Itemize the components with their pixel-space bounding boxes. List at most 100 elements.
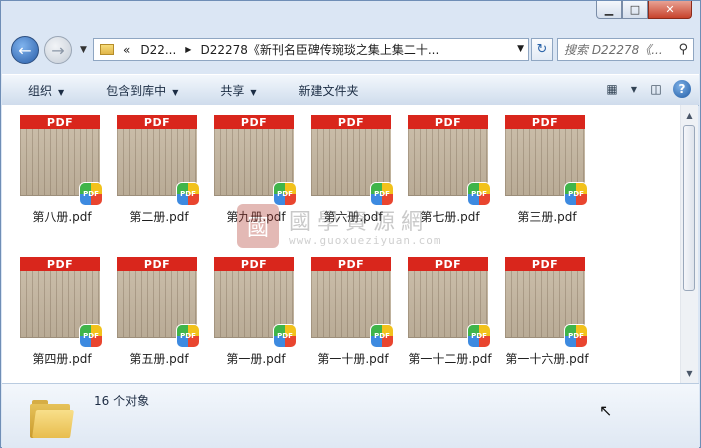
arrow-right-icon: → — [51, 40, 65, 60]
file-item[interactable]: PDF PDF 第七册.pdf — [394, 105, 490, 224]
toolbar-right: ▦ ▼ ◫ ? — [601, 80, 691, 98]
pdf-app-icon: PDF — [80, 325, 102, 347]
file-item[interactable]: PDF PDF 第一册.pdf — [200, 247, 296, 366]
chevron-down-icon: ▼ — [172, 87, 179, 97]
organize-button[interactable]: 组织 ▼ — [2, 82, 80, 99]
file-item[interactable]: PDF PDF 第六册.pdf — [297, 105, 393, 224]
pdf-app-icon: PDF — [468, 183, 490, 205]
file-name: 第一十二册.pdf — [408, 352, 492, 366]
new-folder-label: 新建文件夹 — [298, 83, 359, 98]
pdf-band: PDF — [20, 257, 100, 271]
search-icon: ⚲ — [678, 42, 688, 57]
arrow-left-icon: ← — [18, 40, 32, 60]
vertical-scrollbar[interactable]: ▲ ▼ — [680, 105, 698, 383]
file-item[interactable]: PDF PDF 第四册.pdf — [6, 247, 102, 366]
refresh-button[interactable]: ↻ — [531, 38, 553, 61]
file-item[interactable]: PDF PDF 第三册.pdf — [491, 105, 587, 224]
pdf-app-icon: PDF — [371, 183, 393, 205]
window-controls: ▁ □ ✕ — [596, 1, 692, 19]
maximize-button[interactable]: □ — [622, 1, 648, 19]
include-in-library-button[interactable]: 包含到库中 ▼ — [80, 82, 194, 99]
breadcrumb-overflow[interactable]: « — [118, 43, 135, 57]
file-item[interactable]: PDF PDF 第二册.pdf — [103, 105, 199, 224]
pdf-thumbnail: PDF PDF — [20, 257, 102, 347]
file-item[interactable]: PDF PDF 第五册.pdf — [103, 247, 199, 366]
pdf-band: PDF — [117, 257, 197, 271]
pdf-app-icon: PDF — [274, 325, 296, 347]
file-item[interactable]: PDF PDF 第一十册.pdf — [297, 247, 393, 366]
scroll-down-icon[interactable]: ▼ — [681, 365, 698, 381]
file-name: 第四册.pdf — [32, 352, 92, 366]
file-name: 第三册.pdf — [517, 210, 577, 224]
share-label: 共享 — [220, 83, 245, 98]
pdf-band: PDF — [408, 115, 488, 129]
preview-pane-icon[interactable]: ◫ — [645, 80, 667, 98]
folder-icon — [30, 398, 74, 438]
pdf-app-icon: PDF — [565, 183, 587, 205]
scroll-up-icon[interactable]: ▲ — [681, 107, 698, 123]
maximize-icon: □ — [629, 3, 641, 16]
pdf-thumbnail: PDF PDF — [117, 257, 199, 347]
close-button[interactable]: ✕ — [648, 1, 692, 19]
pdf-thumbnail: PDF PDF — [20, 115, 102, 205]
close-icon: ✕ — [665, 3, 675, 16]
pdf-band: PDF — [311, 257, 391, 271]
folder-icon — [100, 44, 114, 55]
pdf-thumbnail: PDF PDF — [505, 115, 587, 205]
file-name: 第一册.pdf — [226, 352, 286, 366]
breadcrumb-parent[interactable]: D22... — [135, 43, 181, 57]
minimize-icon: ▁ — [604, 3, 614, 16]
pdf-thumbnail: PDF PDF — [214, 257, 296, 347]
file-item[interactable]: PDF PDF 第八册.pdf — [6, 105, 102, 224]
refresh-icon: ↻ — [536, 42, 548, 57]
address-dropdown-icon[interactable]: ▼ — [517, 44, 524, 54]
help-icon[interactable]: ? — [673, 80, 691, 98]
pdf-app-icon: PDF — [371, 325, 393, 347]
view-dropdown-icon[interactable]: ▼ — [629, 80, 639, 98]
file-item[interactable]: PDF PDF 第一十二册.pdf — [394, 247, 492, 366]
file-name: 第五册.pdf — [129, 352, 189, 366]
pdf-thumbnail: PDF PDF — [311, 257, 393, 347]
file-item[interactable]: PDF PDF 第一十六册.pdf — [491, 247, 589, 366]
pdf-thumbnail: PDF PDF — [117, 115, 199, 205]
file-name: 第七册.pdf — [420, 210, 480, 224]
share-button[interactable]: 共享 ▼ — [194, 82, 272, 99]
object-count: 16 个对象 — [94, 394, 150, 408]
include-in-library-label: 包含到库中 — [106, 83, 167, 98]
breadcrumb-current[interactable]: D22278《新刊名臣碑传琬琰之集上集二十... — [195, 41, 444, 58]
scroll-thumb[interactable] — [683, 125, 695, 291]
file-name: 第一十册.pdf — [317, 352, 389, 366]
address-row: ← → ▼ « D22... ▶ D22278《新刊名臣碑传琬琰之集上集二十..… — [9, 35, 694, 67]
pdf-app-icon: PDF — [274, 183, 296, 205]
minimize-button[interactable]: ▁ — [596, 1, 622, 19]
new-folder-button[interactable]: 新建文件夹 — [273, 82, 375, 99]
back-button[interactable]: ← — [11, 36, 39, 64]
command-toolbar: 组织 ▼ 包含到库中 ▼ 共享 ▼ 新建文件夹 ▦ ▼ ◫ ? — [2, 74, 699, 106]
file-item[interactable]: PDF PDF 第九册.pdf — [200, 105, 296, 224]
address-bar[interactable]: « D22... ▶ D22278《新刊名臣碑传琬琰之集上集二十... ▼ — [93, 38, 529, 61]
mouse-cursor-icon: ↖ — [599, 401, 613, 420]
pdf-app-icon: PDF — [565, 325, 587, 347]
file-name: 第一十六册.pdf — [505, 352, 589, 366]
pdf-thumbnail: PDF PDF — [311, 115, 393, 205]
pdf-thumbnail: PDF PDF — [408, 115, 490, 205]
pdf-app-icon: PDF — [177, 183, 199, 205]
search-input[interactable]: 搜索 D22278《... ⚲ — [557, 38, 694, 61]
pdf-band: PDF — [311, 115, 391, 129]
view-options-icon[interactable]: ▦ — [601, 80, 623, 98]
file-name: 第九册.pdf — [226, 210, 286, 224]
pdf-app-icon: PDF — [177, 325, 199, 347]
pdf-band: PDF — [505, 257, 585, 271]
pdf-band: PDF — [117, 115, 197, 129]
pdf-band: PDF — [408, 257, 488, 271]
history-dropdown-icon[interactable]: ▼ — [80, 45, 87, 55]
forward-button[interactable]: → — [44, 36, 72, 64]
breadcrumb-separator-icon[interactable]: ▶ — [181, 45, 195, 54]
explorer-window: ▁ □ ✕ ← → ▼ « D22... ▶ D22278《新刊名臣碑传琬琰之集… — [0, 0, 701, 448]
file-name: 第六册.pdf — [323, 210, 383, 224]
search-placeholder: 搜索 D22278《... — [564, 43, 663, 57]
file-list: PDF PDF 第八册.pdf PDF PDF 第二册.pdf PDF PDF 第九册.pdf P… — [2, 105, 680, 383]
file-name: 第八册.pdf — [32, 210, 92, 224]
pdf-thumbnail: PDF PDF — [214, 115, 296, 205]
pdf-band: PDF — [214, 115, 294, 129]
